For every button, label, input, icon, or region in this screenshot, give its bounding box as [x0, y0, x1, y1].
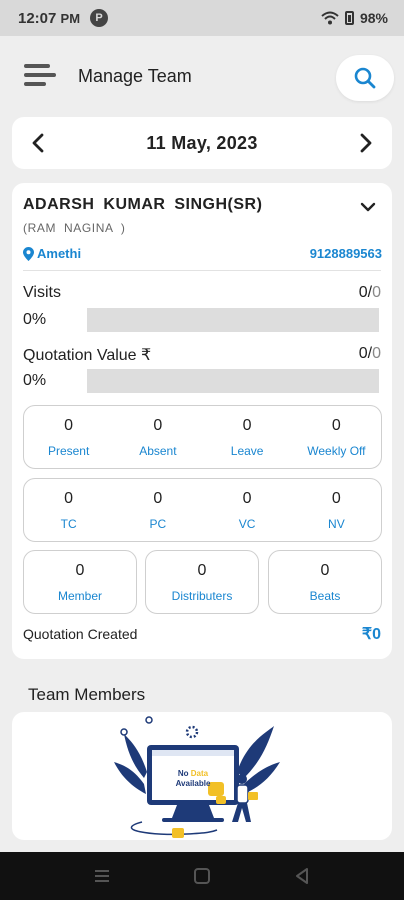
recents-button[interactable] [90, 864, 114, 888]
selected-date[interactable]: 11 May, 2023 [146, 133, 257, 154]
stat-absent[interactable]: 0 Absent [113, 406, 202, 468]
no-data-illustration: No Data Available [114, 716, 280, 838]
expand-button[interactable] [356, 195, 380, 219]
home-button[interactable] [190, 864, 214, 888]
stat-tc[interactable]: 0 TC [24, 479, 113, 541]
stat-beats: 0 Beats [309, 562, 341, 603]
chevron-left-icon [32, 133, 44, 153]
visits-percent: 0% [23, 311, 47, 328]
home-icon [194, 868, 210, 884]
employee-phone[interactable]: 9128889563 [310, 246, 382, 261]
visits-label: Visits [23, 284, 61, 301]
employee-subtitle: (RAM NAGINA ) [23, 221, 126, 235]
team-members-card: No Data Available [12, 712, 392, 840]
back-button[interactable] [290, 864, 314, 888]
battery-percent: 98% [359, 10, 388, 26]
stat-member: 0 Member [57, 562, 102, 603]
quotation-value-label: Quotation Value ₹ [23, 347, 152, 364]
next-date-button[interactable] [344, 117, 388, 169]
app-bar: Manage Team [0, 50, 404, 106]
stat-present[interactable]: 0 Present [24, 406, 113, 468]
stat-vc[interactable]: 0 VC [203, 479, 292, 541]
location-pin-icon [23, 246, 34, 261]
visits-count: 0/0 [358, 284, 381, 301]
status-indicators: 98% [321, 10, 388, 26]
chevron-down-icon [360, 202, 376, 212]
stat-leave[interactable]: 0 Leave [203, 406, 292, 468]
calls-summary: 0 TC 0 PC 0 VC 0 NV [23, 478, 382, 542]
divider [23, 270, 381, 271]
svg-text:No Data: No Data [178, 769, 209, 778]
stat-nv[interactable]: 0 NV [292, 479, 381, 541]
svg-text:Available: Available [176, 779, 211, 788]
visits-progress-bar [87, 308, 379, 332]
status-bar: 12:07 PM P 98% [0, 0, 404, 36]
member-count-card[interactable]: 0 Member [23, 550, 137, 614]
chevron-right-icon [360, 133, 372, 153]
search-icon [354, 67, 376, 89]
search-button[interactable] [336, 55, 394, 101]
page-title: Manage Team [78, 66, 192, 86]
quotation-percent: 0% [23, 372, 47, 389]
distributers-count-card[interactable]: 0 Distributers [145, 550, 259, 614]
location-text: Amethi [37, 246, 82, 261]
quotation-created-value[interactable]: ₹0 [362, 624, 381, 644]
quotation-value-count: 0/0 [358, 345, 381, 362]
stat-pc[interactable]: 0 PC [113, 479, 202, 541]
employee-card: ADARSH KUMAR SINGH(SR) (RAM NAGINA ) Ame… [12, 183, 392, 659]
stat-weekly-off[interactable]: 0 Weekly Off [292, 406, 381, 468]
employee-location[interactable]: Amethi [23, 246, 81, 261]
date-navigator: 11 May, 2023 [12, 117, 392, 169]
attendance-summary: 0 Present 0 Absent 0 Leave 0 Weekly Off [23, 405, 382, 469]
app-notification-icon: P [90, 9, 109, 27]
back-icon [296, 868, 308, 884]
battery-icon [344, 11, 354, 25]
quotation-progress-bar [87, 369, 379, 393]
stat-distributers: 0 Distributers [171, 562, 233, 603]
previous-date-button[interactable] [16, 117, 60, 169]
quotation-created-label: Quotation Created [23, 626, 138, 642]
recents-icon [95, 870, 109, 882]
system-navigation-bar [0, 852, 404, 900]
wifi-icon [321, 11, 339, 25]
status-time: 12:07 PM [18, 9, 81, 27]
menu-icon[interactable] [24, 64, 56, 90]
employee-name: ADARSH KUMAR SINGH(SR) [23, 196, 263, 213]
team-members-heading: Team Members [28, 685, 146, 704]
beats-count-card[interactable]: 0 Beats [268, 550, 382, 614]
